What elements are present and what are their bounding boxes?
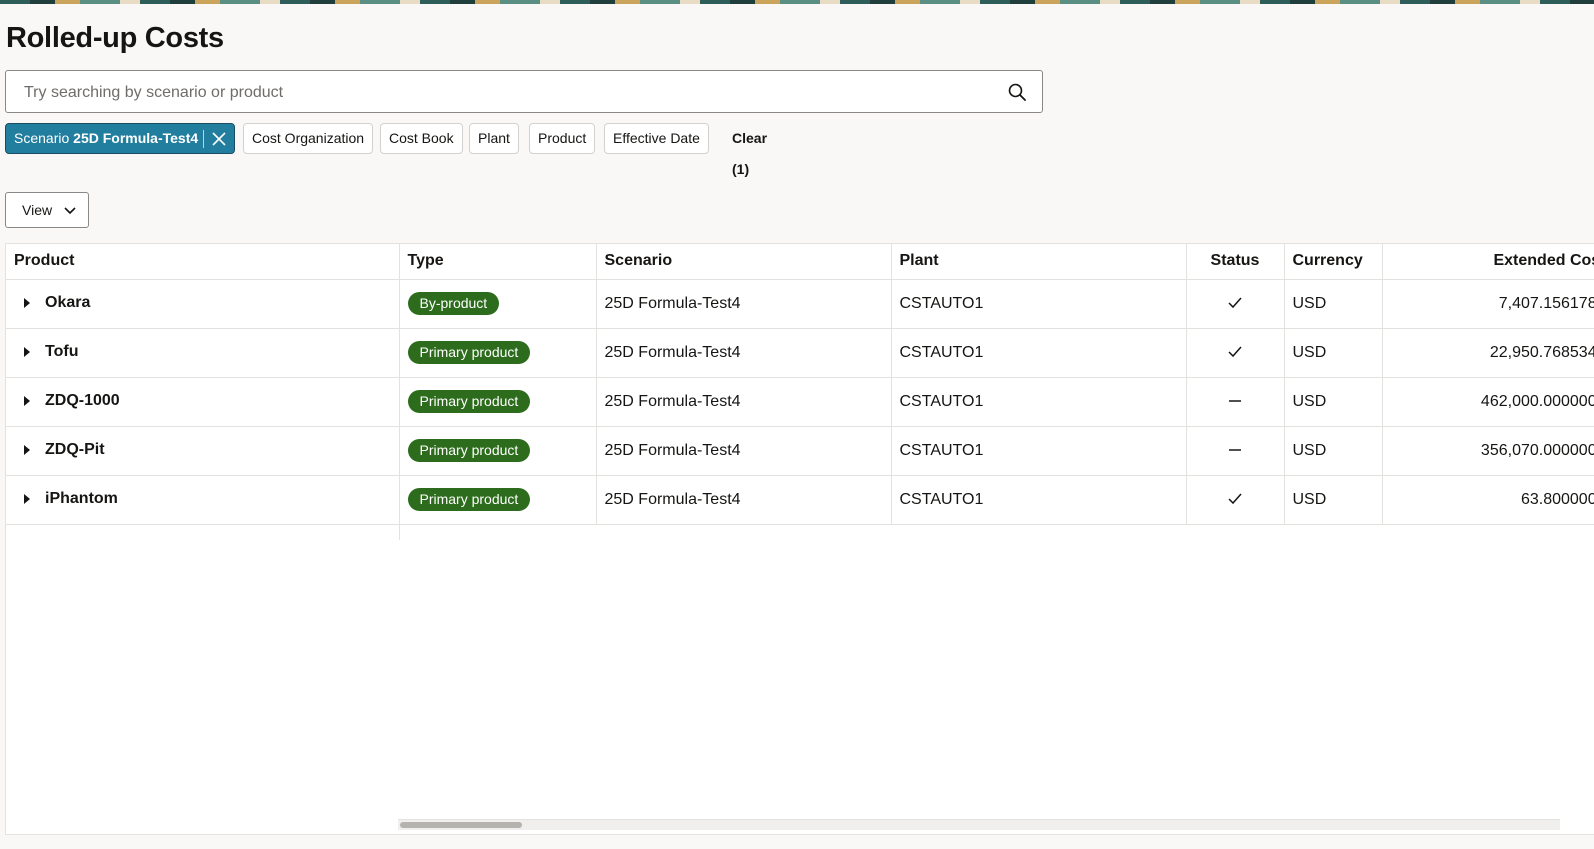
product-cell[interactable]: iPhantom (6, 475, 400, 525)
column-header-extended-cost[interactable]: Extended Cost (1382, 244, 1594, 280)
column-header-type[interactable]: Type (399, 244, 597, 280)
extended-cost-value: 63.8000000 (1520, 490, 1594, 508)
status-cell (1186, 279, 1285, 329)
expand-icon[interactable] (24, 494, 30, 505)
extended-cost-cell: 356,070.0000000 (1382, 426, 1594, 476)
scrollbar-thumb[interactable] (400, 822, 522, 828)
column-header-product[interactable]: Product (6, 244, 400, 280)
header-banner (0, 0, 1594, 4)
currency-cell: USD (1284, 279, 1383, 329)
scenario-cell: 25D Formula-Test4 (596, 426, 892, 476)
dash-icon (1229, 449, 1241, 452)
close-icon[interactable] (211, 131, 227, 147)
scenario-cell: 25D Formula-Test4 (596, 279, 892, 329)
extended-cost-cell: 462,000.0000000 (1382, 377, 1594, 427)
scenario-cell: 25D Formula-Test4 (596, 377, 892, 427)
type-badge: Primary product (407, 341, 531, 364)
scenario-cell: 25D Formula-Test4 (596, 475, 892, 525)
filter-chip-effective-date[interactable]: Effective Date (604, 123, 709, 154)
type-cell: By-product (399, 279, 597, 329)
expand-icon[interactable] (24, 445, 30, 456)
costs-table: Product Type Scenario Plant Status Curre… (5, 243, 1594, 835)
type-cell: Primary product (399, 426, 597, 476)
search-box[interactable] (5, 70, 1043, 114)
type-cell: Primary product (399, 377, 597, 427)
plant-cell: CSTAUTO1 (891, 377, 1187, 427)
product-name: iPhantom (45, 490, 118, 508)
clear-filters-link[interactable]: Clear (1) (732, 123, 767, 177)
status-cell (1186, 328, 1285, 378)
column-divider (399, 524, 400, 540)
currency-cell: USD (1284, 377, 1383, 427)
status-cell (1186, 475, 1285, 525)
type-badge: Primary product (407, 488, 531, 511)
column-header-status[interactable]: Status (1186, 244, 1285, 280)
plant-cell: CSTAUTO1 (891, 328, 1187, 378)
extended-cost-value: 22,950.7685347 (1489, 343, 1594, 361)
product-cell[interactable]: ZDQ-Pit (6, 426, 400, 476)
extended-cost-value: 462,000.0000000 (1480, 392, 1594, 410)
search-icon[interactable] (1008, 83, 1026, 101)
page-title: Rolled-up Costs (6, 22, 224, 54)
type-badge: Primary product (407, 439, 531, 462)
expand-icon[interactable] (24, 396, 30, 407)
currency-cell: USD (1284, 426, 1383, 476)
column-header-scenario[interactable]: Scenario (596, 244, 892, 280)
plant-cell: CSTAUTO1 (891, 279, 1187, 329)
chip-separator (203, 130, 205, 148)
expand-icon[interactable] (24, 298, 30, 309)
type-cell: Primary product (399, 328, 597, 378)
product-cell[interactable]: Okara (6, 279, 400, 329)
filter-chip-cost-book[interactable]: Cost Book (380, 123, 463, 154)
dash-icon (1229, 400, 1241, 403)
product-cell[interactable]: ZDQ-1000 (6, 377, 400, 427)
table-row[interactable]: ZDQ-1000 Primary product 25D Formula-Tes… (6, 377, 1594, 427)
status-cell (1186, 426, 1285, 476)
product-name: ZDQ-1000 (45, 392, 120, 410)
search-input[interactable] (22, 71, 986, 114)
extended-cost-value: 7,407.1561782 (1498, 294, 1594, 312)
extended-cost-cell: 7,407.1561782 (1382, 279, 1594, 329)
product-name: Okara (45, 294, 91, 312)
type-badge: By-product (407, 292, 500, 315)
table-row[interactable]: ZDQ-Pit Primary product 25D Formula-Test… (6, 426, 1594, 476)
table-row[interactable]: Tofu Primary product 25D Formula-Test4 C… (6, 328, 1594, 378)
product-cell[interactable]: Tofu (6, 328, 400, 378)
type-cell: Primary product (399, 475, 597, 525)
filter-chip-scenario[interactable]: Scenario 25D Formula-Test4 (5, 123, 236, 154)
product-name: Tofu (45, 343, 79, 361)
filter-chip-product[interactable]: Product (529, 123, 596, 154)
column-header-plant[interactable]: Plant (891, 244, 1187, 280)
expand-icon[interactable] (24, 347, 30, 358)
column-header-currency[interactable]: Currency (1284, 244, 1383, 280)
filter-chip-plant[interactable]: Plant (469, 123, 519, 154)
table-row[interactable]: Okara By-product 25D Formula-Test4 CSTAU… (6, 279, 1594, 329)
type-badge: Primary product (407, 390, 531, 413)
table-header-row: Product Type Scenario Plant Status Curre… (6, 244, 1594, 280)
check-icon (1228, 346, 1242, 358)
view-button-label: View (22, 202, 53, 218)
extended-cost-cell: 63.8000000 (1382, 475, 1594, 525)
filter-chip-scenario-value: 25D Formula-Test4 (73, 130, 199, 146)
filter-chip-cost-organization[interactable]: Cost Organization (243, 123, 374, 154)
view-button[interactable]: View (5, 192, 89, 228)
status-cell (1186, 377, 1285, 427)
check-icon (1228, 297, 1242, 309)
extended-cost-value: 356,070.0000000 (1480, 441, 1594, 459)
extended-cost-cell: 22,950.7685347 (1382, 328, 1594, 378)
chevron-down-icon (64, 207, 76, 215)
product-name: ZDQ-Pit (45, 441, 105, 459)
plant-cell: CSTAUTO1 (891, 475, 1187, 525)
currency-cell: USD (1284, 475, 1383, 525)
horizontal-scrollbar[interactable] (398, 819, 1560, 830)
plant-cell: CSTAUTO1 (891, 426, 1187, 476)
column-header-extended-cost-label: Extended Cost (1493, 252, 1594, 270)
table-row[interactable]: iPhantom Primary product 25D Formula-Tes… (6, 475, 1594, 525)
check-icon (1228, 493, 1242, 505)
currency-cell: USD (1284, 328, 1383, 378)
scenario-cell: 25D Formula-Test4 (596, 328, 892, 378)
filter-chip-scenario-label: Scenario (14, 130, 70, 146)
